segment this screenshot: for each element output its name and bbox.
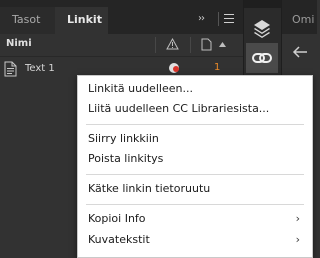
layers-icon (254, 20, 270, 38)
tab-divider (218, 12, 219, 26)
name-column-header[interactable]: Nimi (6, 38, 32, 49)
menu-item-captions[interactable]: Kuvatekstit › (78, 230, 312, 250)
text-file-icon (4, 61, 17, 77)
menu-separator (86, 204, 304, 205)
tab-linkit[interactable]: Linkit (55, 7, 108, 34)
more-panels-icon[interactable]: ›› (198, 13, 205, 24)
menu-item-label: Kuvatekstit (88, 233, 150, 246)
back-arrow-icon[interactable] (292, 45, 308, 59)
submenu-chevron-icon: › (295, 212, 300, 225)
links-column-header: Nimi (0, 34, 243, 57)
menu-item-relink[interactable]: Linkitä uudelleen... (78, 79, 312, 99)
menu-item-label: Liitä uudelleen CC Librariesista... (88, 102, 270, 115)
strip-header (244, 0, 282, 8)
menu-separator (86, 174, 304, 175)
column-divider (155, 37, 156, 53)
column-divider (190, 37, 191, 53)
submenu-chevron-icon: › (295, 233, 300, 246)
link-chain-icon (252, 53, 272, 63)
sort-ascending-icon[interactable] (219, 42, 226, 47)
link-name: Text 1 (25, 63, 55, 74)
menu-item-label: Kopioi Info (88, 212, 146, 225)
menu-item-label: Poista linkitys (88, 152, 164, 165)
menu-item-copy-info[interactable]: Kopioi Info › (78, 209, 312, 229)
link-status-icon (169, 63, 179, 73)
menu-item-relink-cc-libraries[interactable]: Liitä uudelleen CC Librariesista... (78, 99, 312, 119)
right-panel-tab-bar: Omi (282, 0, 317, 34)
menu-item-unlink[interactable]: Poista linkitys (78, 149, 312, 169)
tab-tasot[interactable]: Tasot (0, 7, 55, 34)
menu-item-label: Kätke linkin tietoruutu (88, 182, 211, 195)
link-page-number[interactable]: 1 (214, 62, 220, 73)
page-column-icon[interactable] (201, 38, 212, 51)
menu-item-label: Siirry linkkiin (88, 132, 159, 145)
menu-item-go-to-link[interactable]: Siirry linkkiin (78, 129, 312, 149)
menu-item-hide-link-info[interactable]: Kätke linkin tietoruutu (78, 179, 312, 199)
panel-tab-bar: Tasot Linkit ›› (0, 0, 243, 34)
links-panel-button[interactable] (246, 43, 278, 73)
context-menu: Linkitä uudelleen... Liitä uudelleen CC … (77, 75, 313, 258)
warning-icon[interactable] (166, 38, 179, 50)
menu-separator (86, 124, 304, 125)
layers-panel-button[interactable] (246, 14, 278, 44)
tab-ominaisuudet[interactable]: Omi (292, 7, 317, 34)
panel-menu-icon[interactable] (224, 14, 234, 23)
menu-item-label: Linkitä uudelleen... (88, 82, 193, 95)
